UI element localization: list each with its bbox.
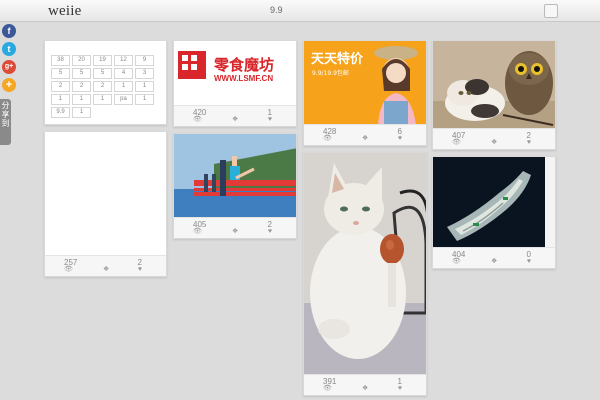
table-cell: 38 (51, 55, 70, 66)
owl-cat-photo (433, 41, 555, 129)
comment-icon[interactable]: ❖ (232, 116, 238, 123)
table-cell: 9.9 (51, 107, 70, 118)
eye-icon[interactable]: 👁 (452, 258, 461, 265)
table-cell: 1 (135, 81, 154, 92)
heart-icon[interactable]: ♥ (268, 228, 272, 235)
share-tab[interactable]: 分享到 (0, 99, 11, 145)
header-center-text: 9.9 (270, 5, 283, 15)
heart-icon[interactable]: ♥ (527, 139, 531, 146)
comment-icon[interactable]: ❖ (232, 228, 238, 235)
table-cell: 1 (114, 81, 133, 92)
table-cell: 1 (93, 94, 112, 105)
table-cell: 4 (114, 68, 133, 79)
comment-icon[interactable]: ❖ (491, 139, 497, 146)
eye-icon[interactable]: 👁 (323, 385, 332, 392)
eye-icon[interactable]: 👁 (193, 228, 202, 235)
site-logo[interactable]: weiie (48, 3, 81, 20)
table-cell: 2 (93, 81, 112, 92)
comment-icon[interactable]: ❖ (362, 385, 368, 392)
heart-icon[interactable]: ♥ (268, 116, 272, 123)
island-satellite-photo (433, 157, 555, 248)
heart-icon[interactable]: ♥ (398, 135, 402, 142)
eye-icon[interactable]: 👁 (64, 266, 73, 273)
pin-card-blank[interactable]: 257 2 👁 ❖ ♥ (44, 131, 167, 277)
table-cell: 9 (135, 55, 154, 66)
brand-cn-text: 零食魔坊 (213, 56, 274, 74)
eye-icon[interactable]: 👁 (323, 135, 332, 142)
add-icon[interactable]: + (2, 78, 16, 92)
card-footer: 404 0 👁 ❖ ♥ (433, 247, 555, 268)
lsmf-logo-image: 零食魔坊 WWW.LSMF.CN (178, 51, 274, 83)
table-card[interactable]: 38 20 19 12 9 5 5 5 4 3 2 2 2 1 1 1 1 1 … (44, 40, 167, 125)
heart-icon[interactable]: ♥ (398, 385, 402, 392)
table-cell: 1 (72, 107, 91, 118)
eye-icon[interactable]: 👁 (193, 116, 202, 123)
promo-banner: 天天特价 9.9/19.9包邮 (304, 41, 426, 125)
egg-cat-photo (304, 153, 426, 375)
card-footer: 257 2 👁 ❖ ♥ (45, 255, 166, 276)
brand-url-text: WWW.LSMF.CN (214, 74, 273, 83)
top-bar: weiie 9.9 (0, 0, 600, 22)
table-cell: 1 (135, 94, 154, 105)
pin-card-egg-cat[interactable]: 391 1 👁 ❖ ♥ (303, 152, 427, 396)
share-tab-label: 分享到 (1, 101, 10, 128)
promo-subtitle: 9.9/19.9包邮 (312, 69, 349, 77)
railing-photo (174, 134, 296, 218)
table-cell: 2 (72, 81, 91, 92)
promo-title: 天天特价 (311, 51, 364, 67)
table-cell: 12 (114, 55, 133, 66)
card-image[interactable] (304, 153, 426, 375)
google-plus-icon[interactable]: g+ (2, 60, 16, 74)
table-cell: 5 (93, 68, 112, 79)
card-image[interactable] (433, 157, 555, 248)
table-cell: 5 (72, 68, 91, 79)
table-cell: 5 (51, 68, 70, 79)
comment-icon[interactable]: ❖ (491, 258, 497, 265)
eye-icon[interactable]: 👁 (452, 139, 461, 146)
card-footer: 420 1 👁 ❖ ♥ (174, 105, 296, 126)
heart-icon[interactable]: ♥ (138, 266, 142, 273)
table-cell: 1 (72, 94, 91, 105)
card-image[interactable] (433, 41, 555, 129)
table-cell: 2 (51, 81, 70, 92)
table-cell: 1 (51, 94, 70, 105)
comment-icon[interactable]: ❖ (362, 135, 368, 142)
pin-card-lsmf[interactable]: 零食魔坊 WWW.LSMF.CN 420 1 👁 ❖ ♥ (173, 40, 297, 127)
card-footer: 428 6 👁 ❖ ♥ (304, 124, 426, 145)
facebook-icon[interactable]: f (2, 24, 16, 38)
card-image[interactable] (174, 134, 296, 218)
table-cell: pa (114, 94, 133, 105)
table-cell: 3 (135, 68, 154, 79)
pin-card-island[interactable]: 404 0 👁 ❖ ♥ (432, 156, 556, 269)
card-footer: 407 2 👁 ❖ ♥ (433, 128, 555, 149)
card-footer: 391 1 👁 ❖ ♥ (304, 374, 426, 395)
table-cell: 20 (72, 55, 91, 66)
heart-icon[interactable]: ♥ (527, 258, 531, 265)
table-cell: 19 (93, 55, 112, 66)
twitter-icon[interactable]: t (2, 42, 16, 56)
header-action-button[interactable] (544, 4, 558, 18)
pin-card-railing[interactable]: 405 2 👁 ❖ ♥ (173, 133, 297, 239)
pin-card-owl-cat[interactable]: 407 2 👁 ❖ ♥ (432, 40, 556, 150)
card-image[interactable]: 零食魔坊 WWW.LSMF.CN (174, 41, 296, 105)
card-image[interactable]: 天天特价 9.9/19.9包邮 (304, 41, 426, 125)
pin-card-promo[interactable]: 天天特价 9.9/19.9包邮 428 6 👁 ❖ ♥ (303, 40, 427, 146)
comment-icon[interactable]: ❖ (103, 266, 109, 273)
card-footer: 405 2 👁 ❖ ♥ (174, 217, 296, 238)
